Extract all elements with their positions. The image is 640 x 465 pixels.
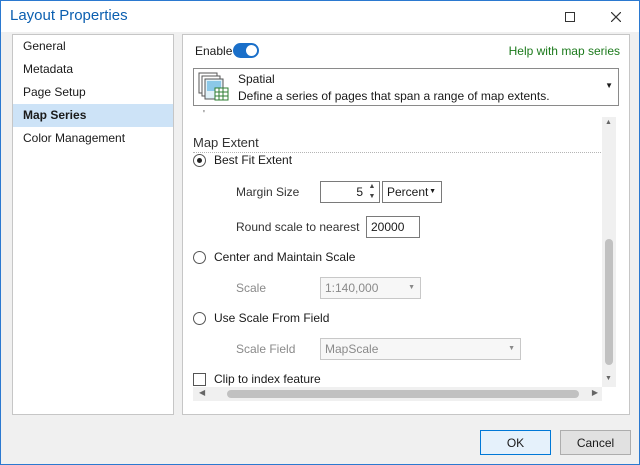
ok-button[interactable]: OK xyxy=(480,430,551,455)
horizontal-scroll-thumb[interactable] xyxy=(227,390,579,398)
margin-size-value: 5 xyxy=(356,185,363,199)
scale-value: 1:140,000 xyxy=(325,281,379,295)
horizontal-scrollbar[interactable]: ◀ ▶ xyxy=(193,387,602,401)
chevron-down-icon: ▼ xyxy=(429,188,436,195)
toggle-knob xyxy=(246,45,257,56)
center-maintain-scale-radio[interactable] xyxy=(193,250,206,264)
help-link[interactable]: Help with map series xyxy=(509,44,620,58)
window-title: Layout Properties xyxy=(10,7,128,24)
sidebar-item-general[interactable]: General xyxy=(13,35,173,58)
chevron-down-icon: ▼ xyxy=(408,284,415,291)
maximize-button[interactable] xyxy=(547,1,593,32)
scroll-down-icon[interactable]: ▼ xyxy=(605,375,612,382)
round-scale-label: Round scale to nearest xyxy=(236,220,360,234)
margin-unit-value: Percent xyxy=(387,185,429,199)
series-type-title: Spatial xyxy=(238,72,275,86)
center-maintain-scale-option[interactable]: Center and Maintain Scale xyxy=(193,250,355,264)
scale-from-field-option[interactable]: Use Scale From Field xyxy=(193,311,329,325)
sidebar-item-page-setup[interactable]: Page Setup xyxy=(13,81,173,104)
separator-mark: ' xyxy=(203,109,205,120)
scroll-right-icon[interactable]: ▶ xyxy=(592,388,598,397)
close-icon xyxy=(611,11,621,22)
scale-label: Scale xyxy=(236,281,267,295)
clip-to-index-label: Clip to index feature xyxy=(214,372,321,386)
stepper-arrows[interactable]: ▲ ▼ xyxy=(367,182,377,202)
series-type-dropdown[interactable]: Spatial Define a series of pages that sp… xyxy=(193,68,619,106)
map-series-panel: Enable Help with map series Spatial Defi… xyxy=(182,34,630,415)
title-bar: Layout Properties xyxy=(1,1,639,32)
chevron-down-icon: ▼ xyxy=(605,81,613,90)
scale-dropdown: 1:140,000 ▼ xyxy=(320,277,421,299)
sidebar-item-map-series[interactable]: Map Series xyxy=(13,104,173,127)
scale-field-dropdown: MapScale ▼ xyxy=(320,338,521,360)
round-scale-value: 20000 xyxy=(371,220,405,234)
best-fit-extent-radio[interactable] xyxy=(193,153,206,167)
vertical-scroll-thumb[interactable] xyxy=(605,239,613,365)
best-fit-extent-label: Best Fit Extent xyxy=(214,153,293,167)
scroll-up-icon[interactable]: ▲ xyxy=(605,119,612,126)
sidebar-item-metadata[interactable]: Metadata xyxy=(13,58,173,81)
clip-to-index-option[interactable]: Clip to index feature xyxy=(193,372,321,386)
scroll-left-icon[interactable]: ◀ xyxy=(199,388,205,397)
chevron-down-icon: ▼ xyxy=(508,345,515,352)
sidebar: General Metadata Page Setup Map Series C… xyxy=(12,34,174,415)
margin-size-stepper[interactable]: 5 ▲ ▼ xyxy=(320,181,380,203)
close-button[interactable] xyxy=(593,1,639,32)
spatial-series-icon xyxy=(198,72,229,101)
margin-unit-dropdown[interactable]: Percent ▼ xyxy=(382,181,442,203)
enable-label: Enable xyxy=(195,44,233,58)
scale-from-field-label: Use Scale From Field xyxy=(214,311,330,325)
center-maintain-scale-label: Center and Maintain Scale xyxy=(214,250,356,264)
scale-from-field-radio[interactable] xyxy=(193,311,206,325)
scale-field-label: Scale Field xyxy=(236,342,296,356)
vertical-scrollbar[interactable]: ▲ ▼ xyxy=(602,117,616,387)
margin-size-label: Margin Size xyxy=(236,185,300,199)
map-extent-heading: Map Extent xyxy=(193,135,259,150)
enable-toggle[interactable] xyxy=(233,43,259,58)
best-fit-extent-option[interactable]: Best Fit Extent xyxy=(193,153,292,167)
clip-to-index-checkbox[interactable] xyxy=(193,372,206,386)
series-type-description: Define a series of pages that span a ran… xyxy=(238,89,550,103)
sidebar-item-color-management[interactable]: Color Management xyxy=(13,127,173,150)
round-scale-input[interactable]: 20000 xyxy=(366,216,420,238)
scale-field-value: MapScale xyxy=(325,342,379,356)
maximize-icon xyxy=(565,11,575,22)
layout-properties-dialog: Layout Properties General Metadata Page … xyxy=(0,0,640,465)
cancel-button[interactable]: Cancel xyxy=(560,430,631,455)
